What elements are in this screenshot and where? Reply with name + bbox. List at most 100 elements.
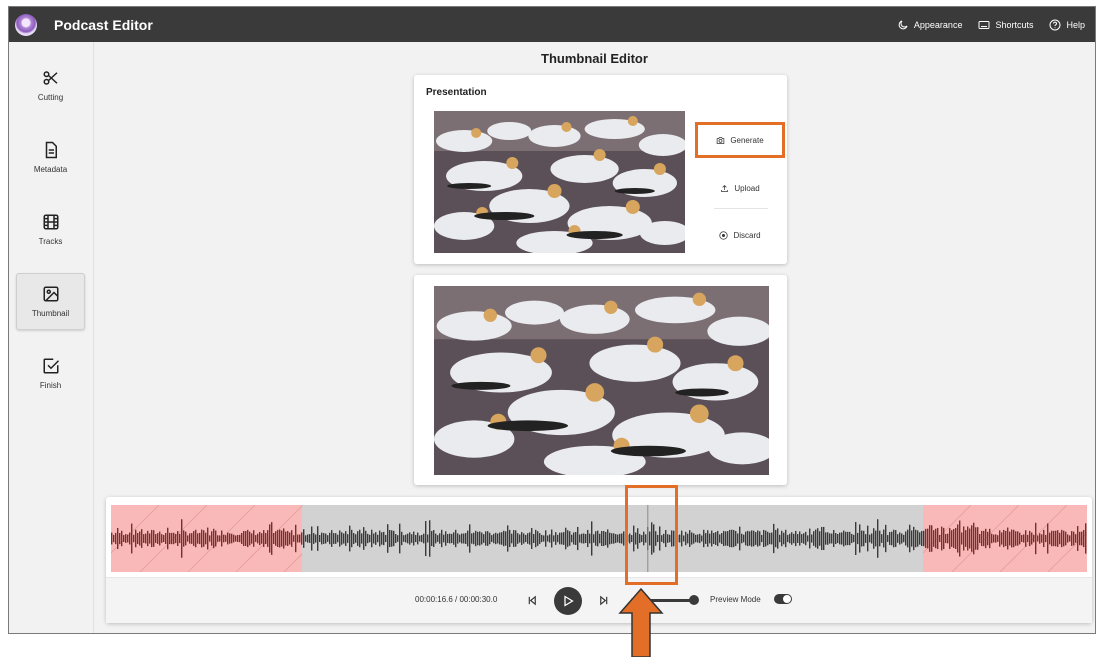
appearance-button[interactable]: Appearance [897, 19, 962, 31]
waveform-bar [605, 531, 607, 546]
waveform-bar [549, 534, 551, 543]
waveform-bar [601, 530, 603, 547]
preview-mode-label: Preview Mode [710, 595, 761, 604]
waveform-bar [203, 530, 205, 547]
waveform-bar [819, 531, 821, 546]
waveform-bar [505, 531, 507, 546]
waveform-bar [207, 527, 209, 550]
upload-button[interactable]: Upload [699, 173, 781, 203]
waveform-bar [383, 531, 385, 546]
waveform-bar [1023, 534, 1025, 543]
skip-forward-button[interactable] [596, 593, 610, 607]
generate-button[interactable]: Generate [695, 122, 785, 158]
waveform-bar [301, 532, 303, 545]
waveform-bar [483, 534, 485, 543]
waveform-bar [331, 530, 333, 547]
waveform-bar [1009, 531, 1011, 546]
waveform-bar [127, 534, 129, 543]
waveform-bar [1017, 531, 1019, 546]
waveform-bar [757, 530, 759, 547]
waveform-bar [141, 529, 143, 548]
sidebar-item-finish[interactable]: Finish [16, 345, 85, 402]
waveform-bar [747, 530, 749, 547]
sidebar-item-cutting[interactable]: Cutting [16, 57, 85, 114]
waveform-bar [1043, 529, 1045, 548]
waveform-bar [891, 531, 893, 546]
waveform-bar [289, 532, 291, 545]
waveform-bar [375, 532, 377, 545]
play-button[interactable] [554, 587, 582, 615]
waveform-bar [587, 529, 589, 548]
waveform-bar [749, 531, 751, 546]
waveform-bar [189, 533, 191, 544]
waveform-bar [1075, 534, 1077, 543]
waveform-area[interactable] [111, 505, 1087, 572]
waveform-bar [955, 527, 957, 550]
waveform-bar [693, 533, 695, 544]
waveform-bar [821, 526, 823, 551]
waveform-bar [1085, 523, 1087, 554]
waveform-bar [153, 530, 155, 547]
waveform-bar [771, 532, 773, 545]
waveform-bar [225, 535, 227, 542]
waveform-bar [775, 529, 777, 548]
shortcuts-button[interactable]: Shortcuts [978, 19, 1033, 31]
waveform-bar [443, 534, 445, 543]
sidebar-item-tracks[interactable]: Tracks [16, 201, 85, 258]
waveform-bar [585, 534, 587, 543]
waveform-bar [847, 531, 849, 546]
waveform-bar [929, 525, 931, 552]
waveform-bar [521, 532, 523, 545]
waveform-bar [445, 531, 447, 546]
skip-back-button[interactable] [525, 593, 539, 607]
waveform-bar [287, 530, 289, 547]
waveform-bar [503, 530, 505, 547]
sidebar-item-metadata[interactable]: Metadata [16, 129, 85, 186]
sidebar-item-thumbnail[interactable]: Thumbnail [16, 273, 85, 330]
waveform-bar [187, 535, 189, 542]
waveform-bar [215, 530, 217, 547]
waveform-bar [1035, 522, 1037, 555]
preview-mode-toggle[interactable] [774, 594, 792, 604]
waveform-bar [317, 526, 319, 551]
waveform-bar [497, 533, 499, 544]
waveform-bar [245, 531, 247, 546]
waveform-bar [147, 530, 149, 547]
waveform-bar [389, 529, 391, 548]
waveform-bar [1049, 532, 1051, 545]
help-button[interactable]: Help [1049, 19, 1085, 31]
waveform-bar [893, 529, 895, 548]
discard-label: Discard [733, 230, 761, 240]
waveform-bar [395, 534, 397, 543]
volume-slider-knob[interactable] [689, 595, 699, 605]
waveform-bar [315, 534, 317, 543]
waveform-bar [959, 520, 961, 557]
waveform-bar [125, 534, 127, 543]
waveform-bar [685, 531, 687, 546]
waveform-bar [857, 532, 859, 545]
waveform-bar [115, 532, 117, 545]
waveform-bar [833, 529, 835, 548]
topbar-actions: Appearance Shortcuts Help [897, 19, 1085, 31]
waveform-bar [797, 534, 799, 543]
waveform-bar [305, 535, 307, 542]
waveform-bar [617, 534, 619, 543]
waveform-bar [157, 533, 159, 544]
waveform-bar [985, 528, 987, 549]
sidebar-item-label: Thumbnail [31, 309, 70, 318]
waveform-bar [803, 533, 805, 544]
waveform-bar [867, 525, 869, 552]
waveform-bar [409, 532, 411, 545]
waveform-bar [439, 533, 441, 544]
waveform-bar [811, 534, 813, 543]
discard-button[interactable]: Discard [699, 220, 781, 250]
waveform-bar [543, 535, 545, 542]
waveform-bar [611, 533, 613, 544]
waveform-bar [727, 531, 729, 546]
waveform-bar [769, 532, 771, 545]
document-icon [45, 141, 57, 159]
waveform-bar [437, 535, 439, 542]
waveform-bar [909, 524, 911, 553]
waveform-bar [973, 522, 975, 555]
waveform-bar [237, 534, 239, 543]
